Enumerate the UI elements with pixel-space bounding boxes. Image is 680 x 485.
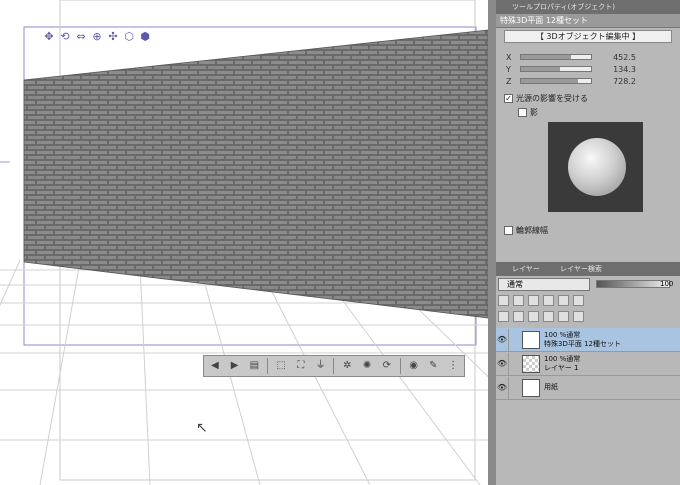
3d-manipulator-toolbar[interactable]: ✥ ⟲ ⇔ ⊕ ✣ ⬡ ⬢ xyxy=(43,31,151,43)
opacity-value: 100 xyxy=(660,280,674,288)
prev-icon[interactable]: ◀ xyxy=(208,359,222,373)
visibility-icon[interactable]: 👁 xyxy=(496,359,508,368)
delete-icon[interactable] xyxy=(573,311,584,322)
lock-cell[interactable] xyxy=(508,352,518,375)
shadow-checkbox-row[interactable]: 影 xyxy=(496,105,680,119)
mask-add-icon[interactable] xyxy=(543,311,554,322)
prop-x[interactable]: X 452.5 xyxy=(496,51,680,63)
lock-icon[interactable] xyxy=(528,295,539,306)
prop-z[interactable]: Z 728.2 xyxy=(496,75,680,87)
ref-icon[interactable] xyxy=(543,295,554,306)
layer-row[interactable]: 👁 100 %通常 特殊3D平面 12種セット xyxy=(496,328,680,352)
ground-icon[interactable]: ⏚ xyxy=(314,359,328,373)
load-icon[interactable]: ⬚ xyxy=(274,359,288,373)
folder-icon[interactable] xyxy=(528,311,539,322)
panel-tab-title[interactable]: ツールプロパティ(オブジェクト) xyxy=(496,0,680,14)
layer-row[interactable]: 👁 100 %通常 レイヤー 1 xyxy=(496,352,680,376)
layer-color-icon[interactable] xyxy=(498,295,509,306)
camera-rotate-icon[interactable]: ⊕ xyxy=(91,31,103,43)
new-vector-icon[interactable] xyxy=(513,311,524,322)
brick-wall xyxy=(23,29,488,319)
separator xyxy=(399,358,401,374)
shadow-checkbox[interactable] xyxy=(518,107,527,117)
reset-icon[interactable]: ⟳ xyxy=(380,359,394,373)
light-checkbox-row[interactable]: ✓ 光源の影響を受ける xyxy=(496,91,680,105)
move-icon[interactable]: ✥ xyxy=(43,31,55,43)
outline-checkbox-row[interactable]: 輪郭線幅 xyxy=(496,223,680,237)
object-launcher-bar[interactable]: ◀ ▶ ▤ ⬚ ⛶ ⏚ ✲ ✺ ⟳ ◉ ✎ ⋮ xyxy=(203,355,465,377)
pan-icon[interactable]: ⇔ xyxy=(75,31,87,43)
layer-row[interactable]: 👁 用紙 xyxy=(496,376,680,400)
prop-y[interactable]: Y 134.3 xyxy=(496,63,680,75)
object-rotate-icon[interactable]: ⬡ xyxy=(123,31,135,43)
layer-icon-row-2[interactable] xyxy=(498,311,584,324)
lock-cell[interactable] xyxy=(508,376,518,399)
more-icon[interactable]: ⋮ xyxy=(446,359,460,373)
light-checkbox[interactable]: ✓ xyxy=(504,93,513,103)
canvas-area[interactable]: ✥ ⟲ ⇔ ⊕ ✣ ⬡ ⬢ ◀ ▶ ▤ ⬚ ⛶ ⏚ ✲ ✺ ⟳ ◉ ✎ ⋮ ↖ xyxy=(0,0,488,485)
separator xyxy=(333,358,335,374)
mat-icon[interactable]: ✲ xyxy=(340,359,354,373)
light-direction-preview[interactable] xyxy=(548,122,643,212)
scale-icon[interactable]: ✺ xyxy=(360,359,374,373)
fit-icon[interactable]: ⛶ xyxy=(294,359,308,373)
y-slider[interactable] xyxy=(520,66,592,72)
mask-icon[interactable] xyxy=(558,295,569,306)
visibility-icon[interactable]: 👁 xyxy=(496,383,508,392)
layer-thumbnail xyxy=(522,354,540,373)
tool-property-panel: ツールプロパティ(オブジェクト) 特殊3D平面 12種セット 【 3Dオブジェク… xyxy=(496,0,680,485)
opacity-slider[interactable] xyxy=(596,280,670,288)
next-icon[interactable]: ▶ xyxy=(228,359,242,373)
palette-icon[interactable] xyxy=(573,295,584,306)
new-layer-icon[interactable] xyxy=(498,311,509,322)
lock-cell[interactable] xyxy=(508,328,518,351)
clip-icon[interactable] xyxy=(513,295,524,306)
light-icon[interactable]: ◉ xyxy=(407,359,421,373)
object-title: 特殊3D平面 12種セット xyxy=(496,14,680,28)
visibility-icon[interactable]: 👁 xyxy=(496,335,508,344)
sphere-preview xyxy=(568,138,626,196)
separator xyxy=(267,358,269,374)
layer-panel-tab[interactable]: レイヤー レイヤー検索 xyxy=(496,262,680,276)
blend-mode-select[interactable]: 通常 xyxy=(498,278,590,291)
z-slider[interactable] xyxy=(520,78,592,84)
x-slider[interactable] xyxy=(520,54,592,60)
mouse-cursor-icon: ↖ xyxy=(196,420,208,436)
edit-mode-banner: 【 3Dオブジェクト編集中 】 xyxy=(504,30,672,43)
outline-checkbox[interactable] xyxy=(504,225,513,235)
merge-icon[interactable] xyxy=(558,311,569,322)
layer-list[interactable]: 👁 100 %通常 特殊3D平面 12種セット 👁 100 %通常 レイヤー 1 👁… xyxy=(496,328,680,400)
layer-thumbnail xyxy=(522,330,540,349)
translate-icon[interactable]: ✣ xyxy=(107,31,119,43)
list-icon[interactable]: ▤ xyxy=(248,359,262,373)
3d-scene[interactable] xyxy=(0,0,488,485)
pose-icon[interactable]: ✎ xyxy=(426,359,440,373)
panel-divider[interactable] xyxy=(488,0,496,485)
layer-thumbnail xyxy=(522,378,540,397)
rotate-icon[interactable]: ⟲ xyxy=(59,31,71,43)
layer-icon-row-1[interactable] xyxy=(498,295,584,308)
object-pan-icon[interactable]: ⬢ xyxy=(139,31,151,43)
